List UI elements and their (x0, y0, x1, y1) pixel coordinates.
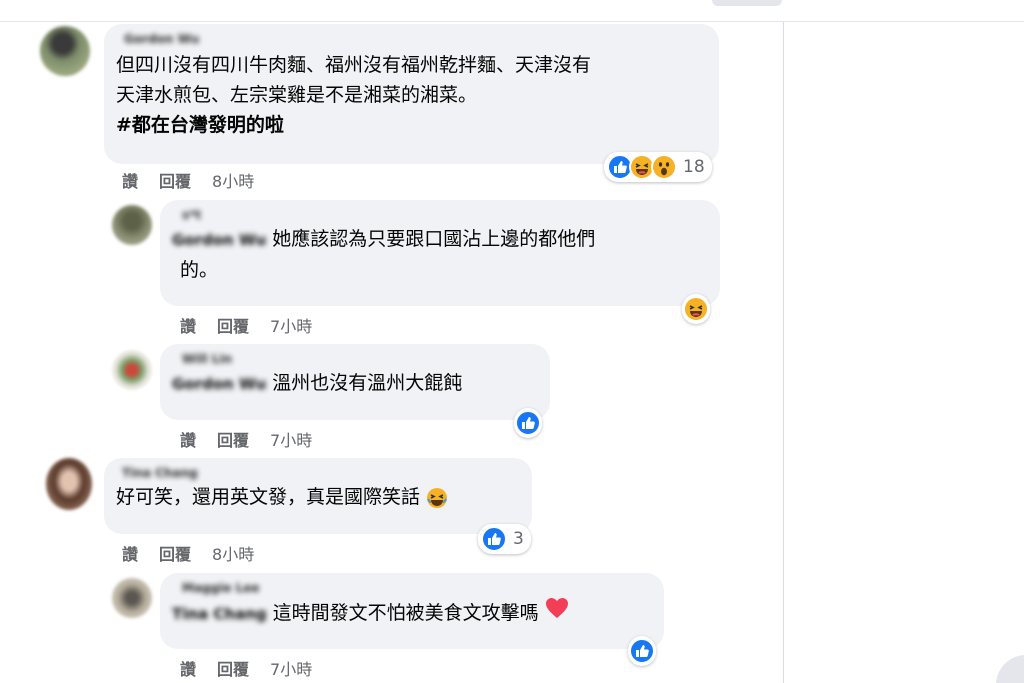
reaction-summary[interactable] (682, 294, 710, 324)
comment-timestamp[interactable]: 8小時 (212, 168, 254, 192)
like-reaction-icon (515, 410, 541, 436)
like-button[interactable]: 讚 (122, 168, 138, 192)
comment-author[interactable]: s*t (182, 208, 708, 224)
wow-reaction-icon (651, 154, 677, 180)
comment-author[interactable]: Maggie Lee (182, 581, 652, 597)
reaction-summary[interactable] (514, 408, 542, 438)
comment-text: 她應該認為只要跟口國沾上邊的都他們 (272, 228, 596, 250)
comment-bubble: s*t Gordon Wu 她應該認為只要跟口國沾上邊的都他們 的。 (160, 200, 720, 306)
hashtag-link[interactable]: #都在台灣發明的啦 (116, 110, 707, 140)
comment-actions: 讚 回覆 8小時 (122, 168, 275, 192)
reaction-count: 3 (513, 529, 524, 549)
reaction-summary[interactable]: 3 (478, 524, 531, 554)
comment-actions: 讚 回覆 7小時 (180, 427, 333, 451)
reaction-count: 18 (683, 157, 705, 177)
reply-button[interactable]: 回覆 (217, 656, 249, 680)
avatar[interactable] (46, 458, 92, 510)
comment-actions: 讚 回覆 8小時 (122, 541, 275, 565)
comment-actions: 讚 回覆 7小時 (180, 313, 333, 337)
avatar[interactable] (112, 350, 152, 390)
comment-author[interactable]: Will Lin (182, 352, 538, 368)
reaction-summary[interactable]: 18 (604, 152, 712, 182)
comment-text-line: Gordon Wu 溫州也沒有溫州大餛飩 (172, 368, 538, 399)
avatar[interactable] (112, 205, 152, 245)
top-bar (0, 0, 1024, 22)
comment-timestamp[interactable]: 7小時 (270, 427, 312, 451)
like-button[interactable]: 讚 (180, 427, 196, 451)
reply-button[interactable]: 回覆 (159, 541, 191, 565)
laughing-emoji-icon (426, 487, 448, 509)
avatar[interactable] (112, 578, 152, 618)
comment-text-line: 但四川沒有四川牛肉麵、福州沒有福州乾拌麵、天津沒有 (116, 54, 592, 76)
comment-timestamp[interactable]: 8小時 (212, 541, 254, 565)
comment-bubble: Tina Chang 好可笑，還用英文發，真是國際笑話 (104, 458, 532, 534)
mention-link[interactable]: Gordon Wu (172, 369, 266, 399)
like-button[interactable]: 讚 (180, 313, 196, 337)
comment-bubble: Will Lin Gordon Wu 溫州也沒有溫州大餛飩 (160, 344, 550, 420)
mention-link[interactable]: Tina Chang (172, 599, 267, 629)
right-side-panel (783, 22, 1024, 683)
comment-bubble: Gordon Wu 但四川沒有四川牛肉麵、福州沒有福州乾拌麵、天津沒有 天津水煎… (104, 24, 719, 164)
like-reaction-icon (481, 526, 507, 552)
comment-bubble: Maggie Lee Tina Chang 這時間發文不怕被美食文攻擊嗎 (160, 573, 664, 649)
comment-text: 這時間發文不怕被美食文攻擊嗎 (272, 602, 539, 624)
reply-button[interactable]: 回覆 (159, 168, 191, 192)
comment-text-line: 好可笑，還用英文發，真是國際笑話 (116, 482, 520, 512)
comment-text-line: Gordon Wu 她應該認為只要跟口國沾上邊的都他們 (172, 224, 708, 255)
comment-timestamp[interactable]: 7小時 (270, 656, 312, 680)
reply-button[interactable]: 回覆 (217, 427, 249, 451)
comment-author[interactable]: Gordon Wu (124, 32, 707, 48)
comment-author[interactable]: Tina Chang (122, 466, 520, 482)
comment-text: 溫州也沒有溫州大餛飩 (272, 372, 463, 394)
like-button[interactable]: 讚 (180, 656, 196, 680)
comment-text-line: Tina Chang 這時間發文不怕被美食文攻擊嗎 (172, 597, 652, 629)
love-heart-icon (545, 597, 569, 619)
mention-link[interactable]: Gordon Wu (172, 225, 266, 255)
haha-reaction-icon (683, 296, 709, 322)
comment-text: 好可笑，還用英文發，真是國際笑話 (116, 486, 421, 508)
comment-timestamp[interactable]: 7小時 (270, 313, 312, 337)
avatar[interactable] (40, 26, 90, 76)
like-reaction-icon (629, 638, 655, 664)
comment-actions: 讚 回覆 7小時 (180, 656, 333, 680)
reply-button[interactable]: 回覆 (217, 313, 249, 337)
comment-text-line: 的。 (180, 258, 219, 281)
top-bar-button[interactable] (712, 0, 782, 6)
like-button[interactable]: 讚 (122, 541, 138, 565)
reaction-summary[interactable] (628, 636, 656, 666)
comment-text-line: 天津水煎包、左宗棠雞是不是湘菜的湘菜。 (116, 84, 478, 106)
